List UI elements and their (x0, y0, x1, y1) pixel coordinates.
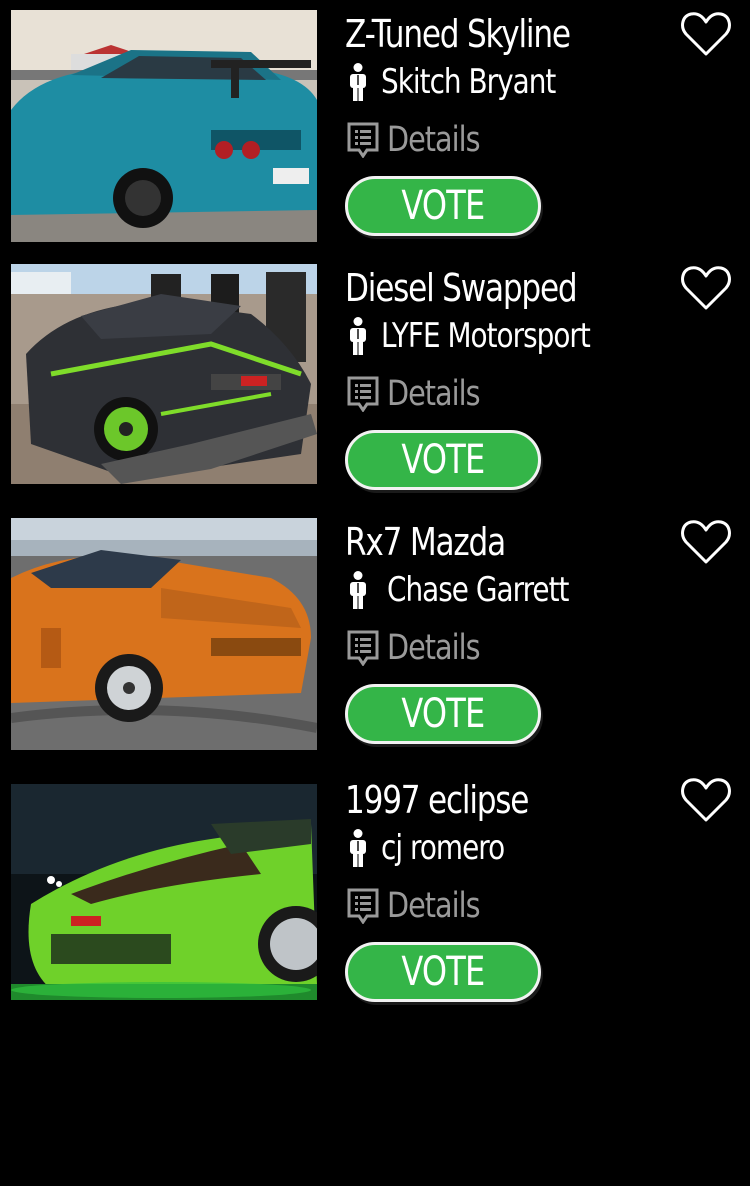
car-photo[interactable] (11, 784, 317, 1000)
details-link[interactable]: Details (345, 116, 500, 164)
vote-button[interactable]: VOTE (345, 942, 541, 1002)
details-link[interactable]: Details (345, 624, 500, 672)
heart-outline-icon[interactable] (680, 776, 732, 824)
entry-title: 1997 eclipse (345, 778, 529, 822)
entry-title: Rx7 Mazda (345, 520, 506, 564)
owner-name: Chase Garrett (387, 570, 569, 610)
details-label: Details (387, 886, 481, 926)
details-link[interactable]: Details (345, 370, 500, 418)
vote-button[interactable]: VOTE (345, 684, 541, 744)
entry-card: Z-Tuned Skyline Skitch Bryant Details VO… (0, 10, 750, 250)
details-icon (347, 122, 379, 158)
owner-row: cj romero (345, 826, 531, 870)
car-photo[interactable] (11, 264, 317, 484)
vote-label: VOTE (401, 691, 485, 737)
owner-row: Skitch Bryant (345, 60, 594, 104)
details-label: Details (387, 628, 481, 668)
vote-button[interactable]: VOTE (345, 430, 541, 490)
owner-row: LYFE Motorsport (345, 314, 636, 358)
entry-title: Z-Tuned Skyline (345, 12, 571, 56)
details-icon (347, 376, 379, 412)
owner-row: Chase Garrett (345, 568, 608, 612)
details-label: Details (387, 120, 481, 160)
vote-label: VOTE (401, 183, 485, 229)
owner-name: LYFE Motorsport (381, 316, 591, 356)
person-icon (350, 829, 366, 867)
person-icon (350, 571, 366, 609)
entry-card: 1997 eclipse cj romero Details VOTE (0, 776, 750, 1016)
entry-card: Rx7 Mazda Chase Garrett Details VOTE (0, 518, 750, 758)
heart-outline-icon[interactable] (680, 264, 732, 312)
vote-label: VOTE (401, 437, 485, 483)
entry-title: Diesel Swapped (345, 266, 578, 310)
heart-outline-icon[interactable] (680, 10, 732, 58)
person-icon (350, 317, 366, 355)
owner-name: Skitch Bryant (381, 62, 556, 102)
person-icon (350, 63, 366, 101)
details-icon (347, 888, 379, 924)
details-label: Details (387, 374, 481, 414)
car-photo[interactable] (11, 518, 317, 750)
details-icon (347, 630, 379, 666)
vote-label: VOTE (401, 949, 485, 995)
vote-button[interactable]: VOTE (345, 176, 541, 236)
entry-card: Diesel Swapped LYFE Motorsport Details V… (0, 264, 750, 504)
car-photo[interactable] (11, 10, 317, 242)
heart-outline-icon[interactable] (680, 518, 732, 566)
owner-name: cj romero (381, 828, 505, 868)
details-link[interactable]: Details (345, 882, 500, 930)
